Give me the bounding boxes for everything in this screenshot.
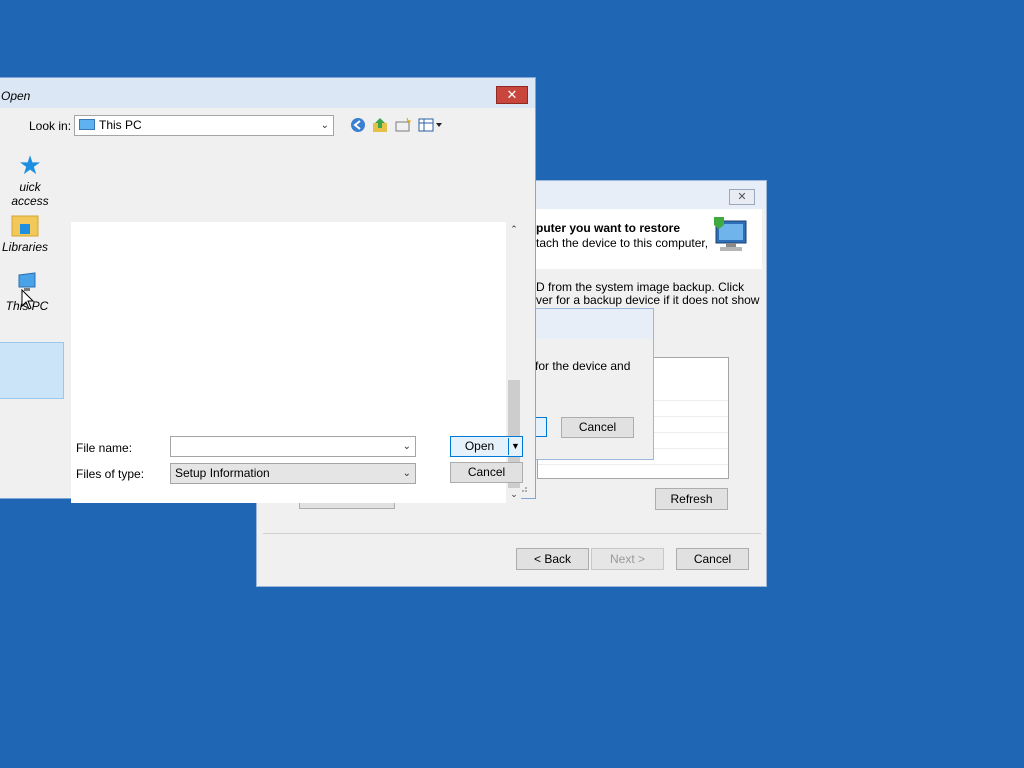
star-icon: ★ bbox=[18, 150, 42, 180]
view-menu-icon[interactable] bbox=[418, 117, 444, 135]
new-folder-icon[interactable] bbox=[394, 117, 412, 135]
quick-access-label: uick access bbox=[11, 180, 49, 208]
look-in-label: Look in: bbox=[29, 119, 72, 133]
places-libraries[interactable]: Libraries bbox=[0, 212, 51, 254]
search-device-dialog: for the device and Cancel bbox=[520, 308, 654, 460]
files-of-type-label: Files of type: bbox=[76, 467, 145, 481]
subdialog-titlebar bbox=[521, 309, 653, 339]
folder-icon bbox=[0, 212, 51, 240]
resize-grip-icon[interactable] bbox=[518, 482, 528, 492]
open-file-dialog: Open ✕ Look in: This PC ⌄ ★ uick access … bbox=[0, 77, 536, 503]
wizard-body-line2: ver for a backup device if it does not s… bbox=[536, 293, 760, 307]
wizard-cancel-button[interactable]: Cancel bbox=[676, 548, 749, 570]
file-name-input[interactable]: ⌄ bbox=[170, 436, 416, 457]
wizard-heading: puter you want to restore bbox=[536, 221, 681, 235]
chevron-down-icon: ⌄ bbox=[402, 441, 411, 452]
mouse-cursor-icon bbox=[21, 288, 35, 311]
files-of-type-value: Setup Information bbox=[175, 466, 270, 480]
places-selection-highlight bbox=[0, 342, 64, 399]
open-titlebar bbox=[0, 78, 535, 108]
subdialog-cancel-button[interactable]: Cancel bbox=[561, 417, 634, 438]
libraries-label: Libraries bbox=[1, 240, 49, 254]
back-arrow-icon[interactable] bbox=[349, 117, 367, 135]
open-close-button[interactable]: ✕ bbox=[496, 86, 528, 104]
wizard-subheading: tach the device to this computer, bbox=[536, 236, 709, 250]
back-button[interactable]: < Back bbox=[516, 548, 589, 570]
next-button[interactable]: Next > bbox=[591, 548, 664, 570]
chevron-down-icon: ⌄ bbox=[320, 120, 329, 131]
monitor-icon bbox=[79, 119, 95, 130]
scroll-up-icon[interactable]: ⌃ bbox=[508, 224, 520, 236]
open-split-divider bbox=[508, 438, 509, 455]
open-dropdown-arrow-icon[interactable]: ▼ bbox=[510, 439, 521, 454]
file-list-view[interactable] bbox=[71, 222, 508, 503]
look-in-combo[interactable]: This PC ⌄ bbox=[74, 115, 334, 136]
file-name-label: File name: bbox=[76, 441, 133, 455]
refresh-button[interactable]: Refresh bbox=[655, 488, 728, 510]
places-quick-access[interactable]: ★ uick access bbox=[0, 150, 61, 208]
look-in-value: This PC bbox=[99, 118, 142, 132]
computer-restore-icon bbox=[710, 215, 752, 257]
files-of-type-select[interactable]: Setup Information ⌄ bbox=[170, 463, 416, 484]
up-folder-icon[interactable] bbox=[371, 117, 389, 135]
wizard-separator bbox=[263, 533, 761, 534]
wizard-close-button[interactable]: ✕ bbox=[729, 189, 755, 205]
subdialog-text: for the device and bbox=[535, 359, 631, 373]
wizard-body-line1: D from the system image backup. Click bbox=[536, 280, 745, 294]
subdialog-ok-button[interactable] bbox=[535, 417, 547, 437]
list-row bbox=[538, 464, 728, 465]
open-cancel-button[interactable]: Cancel bbox=[450, 462, 523, 483]
open-title: Open bbox=[1, 89, 31, 103]
open-button-label: Open bbox=[464, 439, 495, 453]
chevron-down-icon: ⌄ bbox=[402, 468, 411, 479]
